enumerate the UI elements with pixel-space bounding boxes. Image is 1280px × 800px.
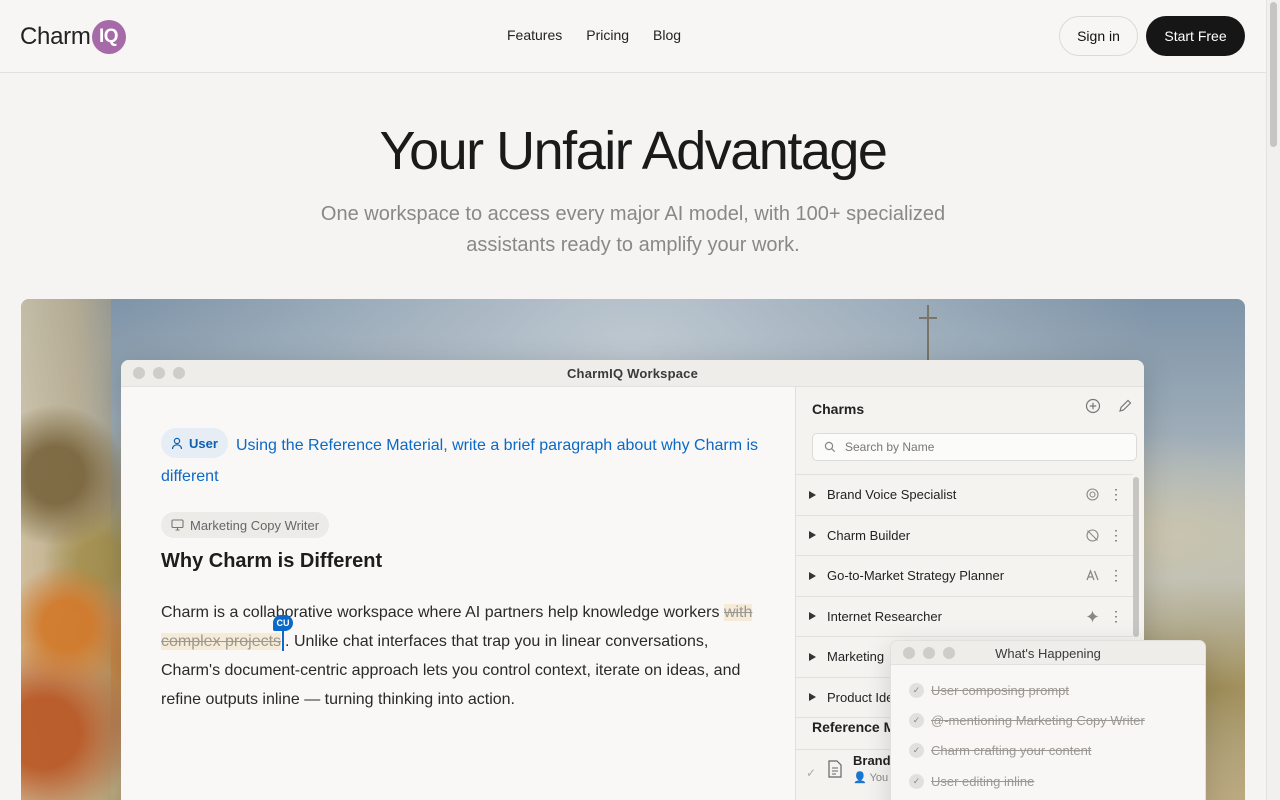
- checkmark-icon[interactable]: ✓: [806, 766, 816, 780]
- window-titlebar: CharmIQ Workspace: [121, 360, 1144, 387]
- logo-text: Charm: [20, 23, 91, 50]
- window-title: CharmIQ Workspace: [566, 366, 699, 381]
- user-prompt-text: Using the Reference Material, write a br…: [161, 437, 759, 485]
- search-placeholder: Search by Name: [845, 440, 935, 454]
- monitor-icon: [171, 519, 184, 531]
- charms-list-scrollbar[interactable]: [1133, 477, 1139, 637]
- add-charm-icon[interactable]: [1085, 398, 1101, 414]
- collaborator-cursor: CU: [273, 615, 294, 651]
- nav-blog[interactable]: Blog: [653, 27, 681, 43]
- user-chip: User: [161, 428, 228, 458]
- expand-arrow-icon[interactable]: [809, 490, 816, 499]
- charm-label: Brand Voice Specialist: [827, 487, 957, 503]
- document-heading: Why Charm is Different: [161, 550, 383, 572]
- charm-row[interactable]: Internet Researcher ⋮: [796, 597, 1133, 637]
- hero-title: Your Unfair Advantage: [379, 121, 888, 181]
- check-circle-icon: ✓: [909, 743, 924, 758]
- document-paragraph[interactable]: Charm is a collaborative workspace where…: [161, 598, 761, 714]
- nav-features[interactable]: Features: [507, 27, 562, 43]
- user-chip-label: User: [189, 435, 218, 451]
- signin-button[interactable]: Sign in: [1059, 16, 1138, 56]
- sparkle-icon: [1086, 610, 1099, 623]
- more-options-icon[interactable]: ⋮: [1109, 528, 1123, 543]
- expand-arrow-icon[interactable]: [809, 693, 816, 702]
- reference-owner: 👤 You: [853, 772, 889, 784]
- reference-material-title: Reference M: [812, 719, 896, 735]
- site-header: Charm IQ Features Pricing Blog Sign in St…: [0, 0, 1266, 73]
- cursor-badge: CU: [273, 615, 294, 631]
- whats-happening-panel: What's Happening ✓ User composing prompt …: [890, 640, 1206, 800]
- expand-arrow-icon[interactable]: [809, 612, 816, 621]
- charmiq-logo[interactable]: Charm IQ: [20, 20, 126, 54]
- main-nav: Features Pricing Blog: [507, 27, 681, 43]
- happening-item-label: User composing prompt: [931, 683, 1069, 698]
- charm-label: Marketing: [827, 649, 885, 665]
- happening-title: What's Happening: [995, 646, 1101, 661]
- start-free-button[interactable]: Start Free: [1146, 16, 1245, 56]
- openai-icon: [1086, 488, 1099, 501]
- charms-title: Charms: [812, 401, 865, 417]
- reference-owner-label: You: [869, 772, 889, 784]
- more-options-icon[interactable]: ⋮: [1109, 609, 1123, 624]
- assistant-chip-label: Marketing Copy Writer: [190, 517, 320, 533]
- check-circle-icon: ✓: [909, 713, 924, 728]
- paragraph-text-before: Charm is a collaborative workspace where…: [161, 604, 724, 621]
- edit-icon[interactable]: [1117, 398, 1133, 414]
- more-options-icon[interactable]: ⋮: [1109, 487, 1123, 502]
- openai-off-icon: [1086, 529, 1099, 542]
- happening-item-label: Charm crafting your content: [931, 743, 1092, 758]
- assistant-chip[interactable]: Marketing Copy Writer: [161, 512, 330, 538]
- charm-row[interactable]: Brand Voice Specialist ⋮: [796, 475, 1133, 516]
- scroll-thumb[interactable]: [1270, 2, 1277, 147]
- expand-arrow-icon[interactable]: [809, 652, 816, 661]
- happening-item-label: @-mentioning Marketing Copy Writer: [931, 713, 1145, 728]
- logo-badge: IQ: [91, 20, 126, 54]
- search-icon: [824, 441, 836, 453]
- anthropic-icon: [1086, 569, 1099, 581]
- reference-name: Brand: [853, 753, 891, 768]
- happening-item-label: User editing inline: [931, 774, 1035, 789]
- nav-pricing[interactable]: Pricing: [586, 27, 629, 43]
- happening-item: ✓ Charm crafting your content: [909, 743, 1091, 758]
- hero-subtitle: One workspace to access every major AI m…: [320, 203, 946, 256]
- check-circle-icon: ✓: [909, 774, 924, 789]
- happening-titlebar: What's Happening: [891, 641, 1205, 665]
- charm-row[interactable]: Charm Builder ⋮: [796, 516, 1133, 556]
- painting-foliage: [21, 389, 136, 800]
- document-icon: [828, 760, 842, 778]
- charm-label: Charm Builder: [827, 527, 911, 543]
- charm-label: Product Ide: [827, 689, 894, 705]
- expand-arrow-icon[interactable]: [809, 531, 816, 540]
- charm-label: Internet Researcher: [827, 608, 942, 624]
- painting-steeple-cross: [919, 305, 937, 363]
- expand-arrow-icon[interactable]: [809, 571, 816, 580]
- document-editor[interactable]: Using the Reference Material, write a br…: [121, 387, 795, 800]
- happening-item: ✓ User composing prompt: [909, 683, 1069, 698]
- charms-search-input[interactable]: Search by Name: [812, 433, 1137, 461]
- charm-row[interactable]: Go-to-Market Strategy Planner ⋮: [796, 556, 1133, 597]
- happening-item: ✓ User editing inline: [909, 774, 1034, 789]
- user-icon: [171, 437, 183, 449]
- page-scrollbar[interactable]: [1266, 0, 1280, 800]
- more-options-icon[interactable]: ⋮: [1109, 568, 1123, 583]
- check-circle-icon: ✓: [909, 683, 924, 698]
- charm-label: Go-to-Market Strategy Planner: [827, 568, 1005, 584]
- happening-item: ✓ @-mentioning Marketing Copy Writer: [909, 713, 1145, 728]
